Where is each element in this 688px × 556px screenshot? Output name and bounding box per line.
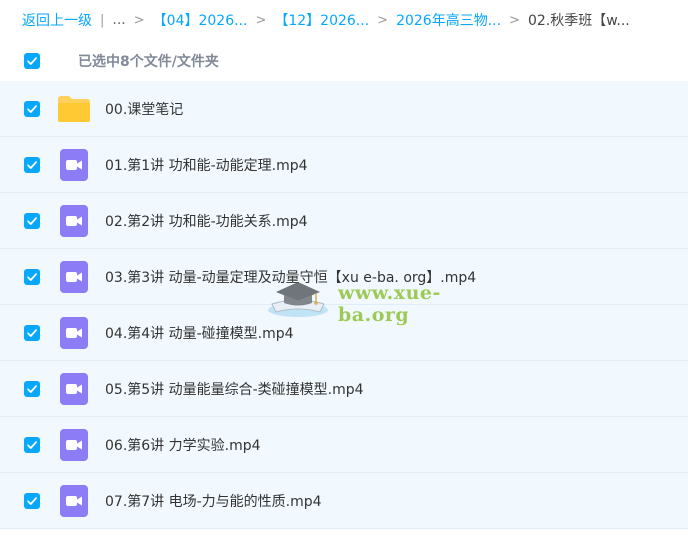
selection-count-label: 已选中8个文件/文件夹: [78, 54, 219, 70]
video-file-icon: [57, 484, 91, 518]
row-checkbox[interactable]: [24, 324, 40, 341]
breadcrumb-ellipsis[interactable]: ...: [112, 12, 125, 28]
checkmark-icon: [27, 57, 37, 65]
row-checkbox[interactable]: [24, 436, 40, 453]
file-browser: 返回上一级 | ... > 【04】2026... > 【12】2026... …: [0, 0, 688, 556]
file-row-7[interactable]: 07.第7讲 电场-力与能的性质.mp4: [0, 473, 688, 529]
checkmark-icon: [27, 328, 37, 337]
file-name[interactable]: 02.第2讲 功和能-功能关系.mp4: [105, 211, 308, 231]
checkmark-icon: [27, 440, 37, 449]
checkmark-icon: [27, 216, 37, 225]
breadcrumb: 返回上一级 | ... > 【04】2026... > 【12】2026... …: [22, 9, 630, 31]
file-row-6[interactable]: 06.第6讲 力学实验.mp4: [0, 417, 688, 473]
row-checkbox[interactable]: [24, 212, 40, 229]
chevron-right-icon: >: [509, 12, 520, 28]
file-name[interactable]: 05.第5讲 动量能量综合-类碰撞模型.mp4: [105, 379, 364, 399]
row-checkbox[interactable]: [24, 268, 40, 285]
row-checkbox[interactable]: [24, 380, 40, 397]
breadcrumb-current: 02.秋季班【w...: [527, 13, 630, 29]
file-list: 00.课堂笔记 01.第1讲 功和能-动能定理.mp4 02.第2讲 功和能-功…: [0, 81, 688, 529]
breadcrumb-item-2[interactable]: 【12】2026...: [274, 10, 369, 30]
selection-header: 已选中8个文件/文件夹: [0, 44, 688, 78]
file-row-2[interactable]: 02.第2讲 功和能-功能关系.mp4: [0, 193, 688, 249]
row-checkbox[interactable]: [24, 492, 40, 509]
video-file-icon: [57, 260, 91, 294]
row-checkbox[interactable]: [24, 100, 40, 117]
checkmark-icon: [27, 384, 37, 393]
file-name[interactable]: 04.第4讲 动量-碰撞模型.mp4: [105, 323, 294, 343]
chevron-right-icon: >: [377, 12, 389, 28]
back-link[interactable]: 返回上一级: [22, 10, 92, 30]
file-row-0[interactable]: 00.课堂笔记: [0, 81, 688, 137]
file-name[interactable]: 03.第3讲 动量-动量定理及动量守恒【xu e-ba. org】.mp4: [105, 267, 476, 287]
checkmark-icon: [27, 160, 37, 169]
file-row-1[interactable]: 01.第1讲 功和能-动能定理.mp4: [0, 137, 688, 193]
file-row-5[interactable]: 05.第5讲 动量能量综合-类碰撞模型.mp4: [0, 361, 688, 417]
file-name[interactable]: 01.第1讲 功和能-动能定理.mp4: [105, 155, 308, 175]
checkmark-icon: [27, 272, 37, 281]
file-row-4[interactable]: 04.第4讲 动量-碰撞模型.mp4: [0, 305, 688, 361]
video-file-icon: [57, 204, 91, 238]
video-file-icon: [57, 148, 91, 182]
chevron-right-icon: >: [255, 12, 267, 28]
checkmark-icon: [27, 496, 37, 505]
checkmark-icon: [27, 104, 37, 113]
file-row-3[interactable]: 03.第3讲 动量-动量定理及动量守恒【xu e-ba. org】.mp4: [0, 249, 688, 305]
folder-icon: [57, 92, 91, 126]
video-file-icon: [57, 428, 91, 462]
file-name[interactable]: 07.第7讲 电场-力与能的性质.mp4: [105, 491, 322, 511]
breadcrumb-item-1[interactable]: 【04】2026...: [153, 10, 248, 30]
video-file-icon: [57, 316, 91, 350]
video-file-icon: [57, 372, 91, 406]
chevron-right-icon: >: [133, 12, 145, 28]
file-name[interactable]: 06.第6讲 力学实验.mp4: [105, 435, 261, 455]
file-name[interactable]: 00.课堂笔记: [105, 99, 183, 119]
row-checkbox[interactable]: [24, 156, 40, 173]
select-all-checkbox[interactable]: [24, 53, 40, 69]
breadcrumb-item-3[interactable]: 2026年高三物...: [396, 10, 501, 30]
breadcrumb-separator: |: [100, 12, 105, 28]
